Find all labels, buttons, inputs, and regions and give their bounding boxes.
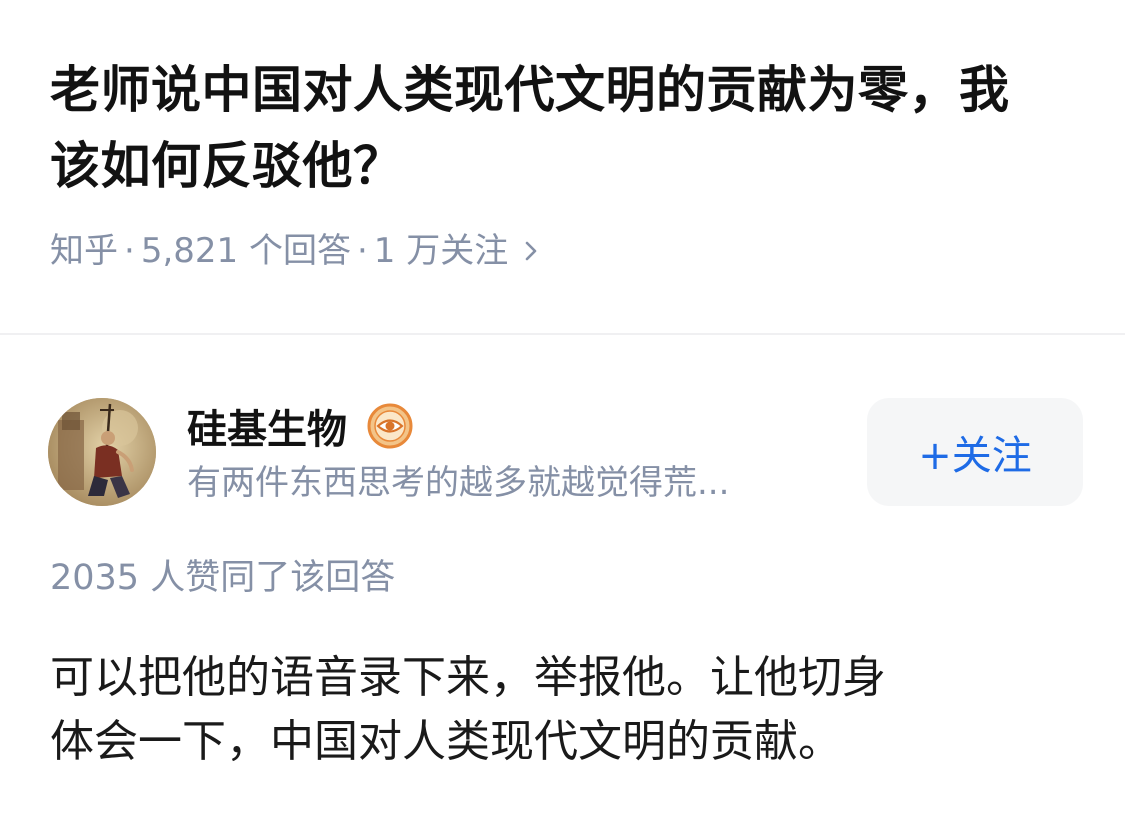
upvote-count: 2035 人赞同了该回答	[50, 558, 396, 598]
follow-button[interactable]: +关注	[867, 398, 1083, 506]
chevron-right-icon[interactable]	[524, 224, 538, 278]
author-name-row[interactable]: 硅基生物	[187, 397, 413, 455]
answer-author-row: 硅基生物 有两件东西思考的越多就越觉得荒... +关注	[48, 398, 1083, 506]
answer-line: 可以把他的语音录下来，举报他。让他切身	[50, 652, 886, 703]
meta-follower-count: 1 万关注	[373, 231, 509, 271]
author-bio: 有两件东西思考的越多就越觉得荒...	[187, 463, 730, 503]
meta-separator: ·	[356, 231, 368, 271]
meta-separator: ·	[124, 231, 135, 271]
author-name[interactable]: 硅基生物	[187, 397, 347, 455]
question-meta[interactable]: 知乎 · 5,821 个回答 · 1 万关注	[50, 224, 538, 278]
answer-content[interactable]: 可以把他的语音录下来，举报他。让他切身 体会一下，中国对人类现代文明的贡献。	[50, 646, 1050, 774]
avatar[interactable]	[48, 398, 156, 506]
meta-answer-count: 5,821 个回答	[140, 231, 351, 271]
meta-source: 知乎	[50, 231, 118, 271]
question-title: 老师说中国对人类现代文明的贡献为零，我该如何反驳他？	[50, 61, 1010, 195]
eye-badge-icon	[367, 403, 413, 449]
section-divider	[0, 333, 1125, 335]
answer-line: 体会一下，中国对人类现代文明的贡献。	[50, 716, 842, 767]
